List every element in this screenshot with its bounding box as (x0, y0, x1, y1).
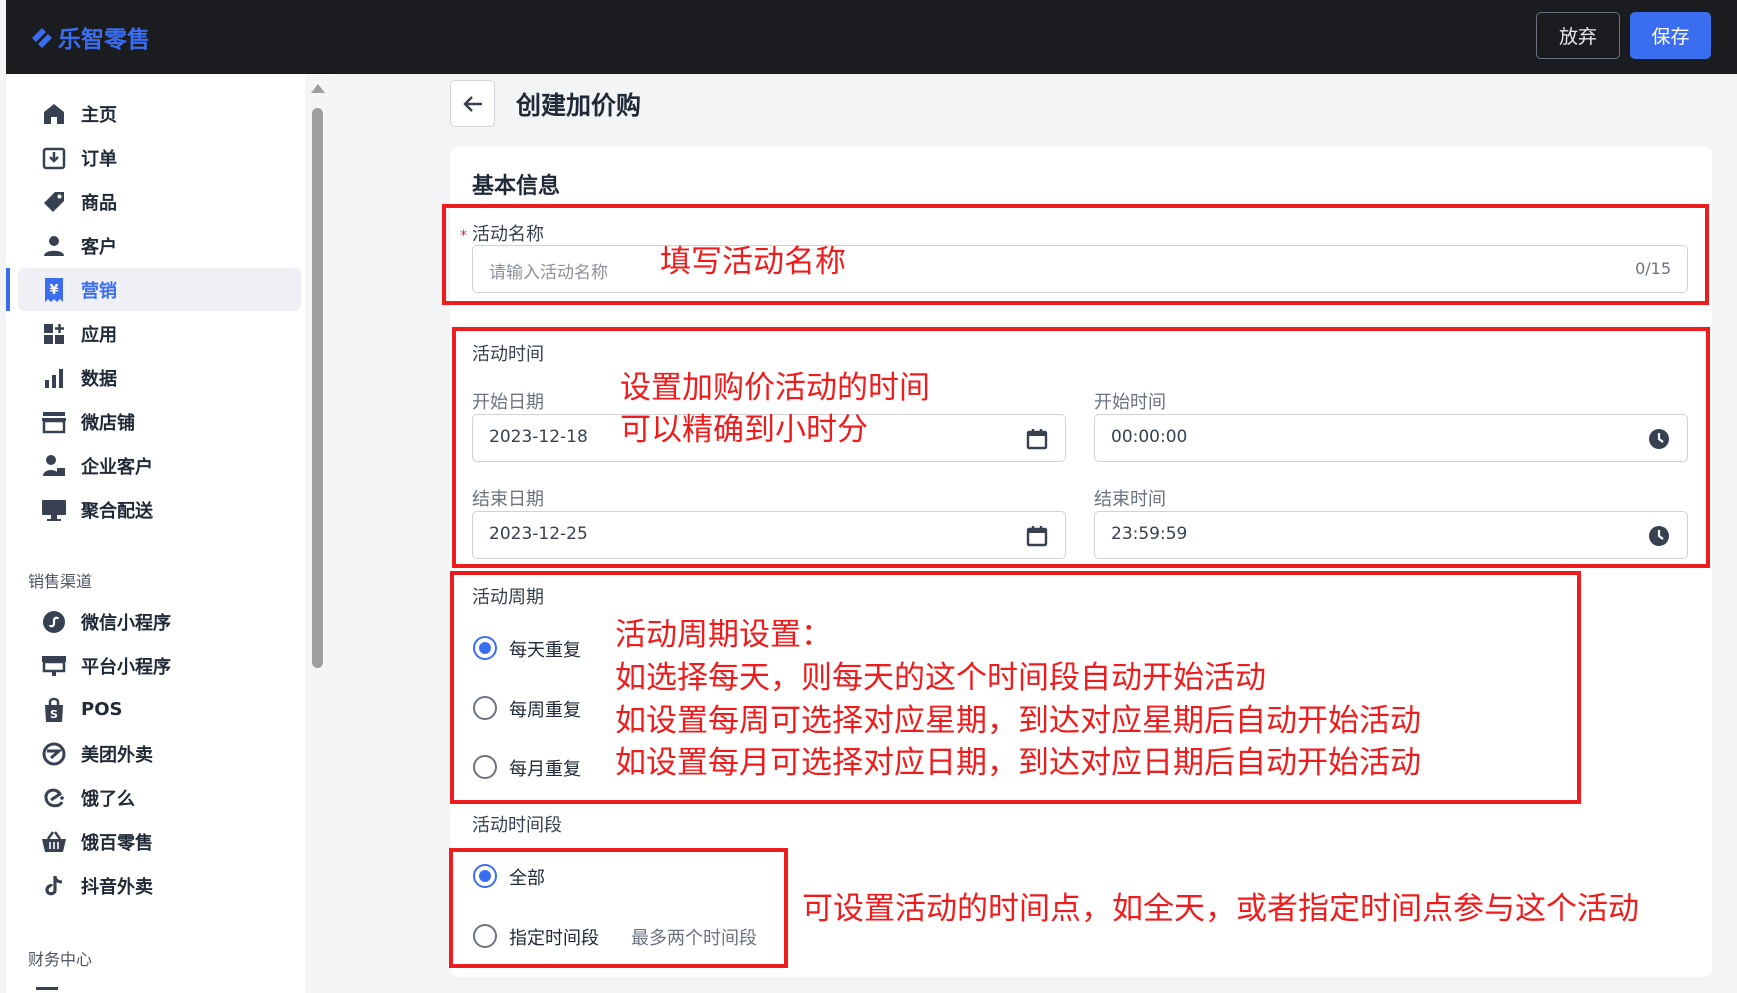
finance-icon (36, 987, 58, 993)
sidebar-item-label: 主页 (81, 104, 117, 126)
scroll-up-icon[interactable] (311, 84, 325, 93)
sidebar-item-delivery[interactable]: 聚合配送 (18, 488, 301, 531)
sidebar-item-meituan[interactable]: 美团外卖 (18, 732, 301, 775)
svg-text:S: S (50, 708, 58, 721)
arrow-left-icon (462, 95, 482, 112)
page-title: 创建加价购 (516, 91, 642, 120)
section-title: 基本信息 (472, 174, 561, 199)
sidebar-item-label: 抖音外卖 (81, 876, 153, 898)
top-bar (6, 0, 1737, 74)
sidebar-item-business-customers[interactable]: 企业客户 (18, 444, 301, 487)
sidebar-item-label: 美团外卖 (81, 744, 153, 766)
sidebar-item-label: 企业客户 (81, 456, 153, 478)
sidebar-item-label: 饿百零售 (81, 832, 153, 854)
discard-button[interactable]: 放弃 (1536, 12, 1620, 59)
sidebar-item-label: 饿了么 (81, 788, 135, 810)
sidebar-item-label: 订单 (81, 148, 117, 170)
sidebar-item-label: 应用 (81, 324, 117, 346)
activity-period-label: 活动时间段 (472, 815, 562, 836)
sidebar-item-home[interactable]: 主页 (18, 92, 301, 135)
annotation-time-note-1: 设置加购价活动的时间 (620, 370, 930, 406)
sidebar-item-apps[interactable]: 应用 (18, 312, 301, 355)
platform-icon (40, 652, 68, 680)
mini-program-icon (40, 608, 68, 636)
sidebar-item-label: 微店铺 (81, 412, 135, 434)
order-download-icon (40, 144, 68, 172)
sidebar-item-label: 商品 (81, 192, 117, 214)
storefront-icon (40, 408, 68, 436)
bar-chart-icon (40, 364, 68, 392)
sidebar-item-micro-store[interactable]: 微店铺 (18, 400, 301, 443)
sidebar-item-orders[interactable]: 订单 (18, 136, 301, 179)
app-logo[interactable]: 乐智零售 (28, 20, 150, 54)
sidebar-item-wechat-mini-program[interactable]: 微信小程序 (18, 600, 301, 643)
sidebar-item-label: 平台小程序 (81, 656, 171, 678)
back-button[interactable] (450, 80, 495, 127)
sidebar-scroll-thumb[interactable] (312, 108, 323, 668)
sidebar-item-eleme[interactable]: 饿了么 (18, 776, 301, 819)
shopping-bag-icon: S (40, 696, 68, 724)
sidebar-item-label: 聚合配送 (81, 500, 153, 522)
annotation-period-note: 可设置活动的时间点，如全天，或者指定时间点参与这个活动 (802, 891, 1639, 927)
annotation-box-name (442, 204, 1709, 305)
finance-center-title: 财务中心 (28, 950, 93, 969)
sidebar-item-douyin[interactable]: 抖音外卖 (18, 864, 301, 907)
logo-icon (32, 28, 52, 48)
annotation-cycle-note-4: 如设置每月可选择对应日期，到达对应日期后自动开始活动 (615, 745, 1421, 781)
annotation-cycle-note-1: 活动周期设置： (615, 617, 832, 653)
person-icon (40, 232, 68, 260)
sidebar-item-ebai-retail[interactable]: 饿百零售 (18, 820, 301, 863)
sidebar-item-label: 客户 (81, 236, 117, 258)
sidebar-item-data[interactable]: 数据 (18, 356, 301, 399)
annotation-time-note-2: 可以精确到小时分 (620, 412, 868, 448)
sidebar-item-marketing[interactable]: ¥ 营销 (6, 268, 301, 311)
tiktok-icon (40, 872, 68, 900)
sidebar-item-pos[interactable]: S POS (18, 688, 301, 731)
annotation-name-note: 填写活动名称 (660, 244, 846, 280)
sidebar-item-label: 微信小程序 (81, 612, 171, 634)
svg-text:¥: ¥ (49, 283, 58, 298)
sidebar-item-label: 数据 (81, 368, 117, 390)
app-name: 乐智零售 (58, 27, 150, 53)
sidebar-item-platform-mini-program[interactable]: 平台小程序 (18, 644, 301, 687)
save-button[interactable]: 保存 (1630, 12, 1711, 59)
sidebar: 主页 订单 商品 客户 ¥ 营销 应用 数据 微店铺 企业客户 聚合配送 销售渠… (6, 74, 306, 993)
meituan-icon (40, 740, 68, 768)
home-icon (40, 100, 68, 128)
apps-grid-icon (40, 320, 68, 348)
sidebar-item-products[interactable]: 商品 (18, 180, 301, 223)
annotation-box-period (449, 848, 788, 968)
sidebar-item-label: POS (81, 699, 123, 720)
monitor-icon (40, 496, 68, 524)
tag-icon (40, 188, 68, 216)
sidebar-item-customers[interactable]: 客户 (18, 224, 301, 267)
eleme-icon (40, 784, 68, 812)
basket-icon (40, 828, 68, 856)
annotation-cycle-note-3: 如设置每周可选择对应星期，到达对应星期后自动开始活动 (615, 703, 1421, 739)
business-person-icon (40, 452, 68, 480)
sales-channels-title: 销售渠道 (28, 572, 93, 591)
yen-ticket-icon: ¥ (40, 276, 68, 304)
sidebar-item-label: 营销 (81, 280, 117, 302)
annotation-cycle-note-2: 如选择每天，则每天的这个时间段自动开始活动 (615, 660, 1266, 696)
